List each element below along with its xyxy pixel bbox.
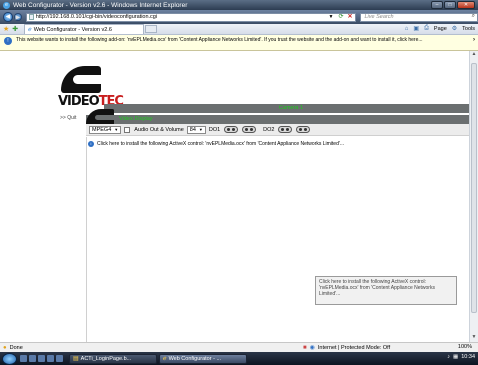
do2-on-toggle[interactable] bbox=[296, 126, 311, 133]
codec-value: MPEG4 bbox=[92, 126, 112, 133]
taskbar-item-web-configurator[interactable]: ℯ Web Configurator - ... bbox=[159, 353, 247, 364]
task-label: Web Configurator - ... bbox=[168, 355, 222, 362]
page-content: VIDEOTEC Camera 1 >> Quit Video Display … bbox=[0, 51, 478, 342]
search-input[interactable]: Live Search ⌕ bbox=[360, 12, 478, 22]
window-title: Web Configurator - Version v2.6 - Window… bbox=[13, 1, 188, 9]
search-placeholder: Live Search bbox=[364, 14, 394, 20]
show-desktop-icon[interactable] bbox=[20, 355, 27, 362]
tab-bar: ★ ✚ ℯ Web Configurator - Version v2.6 ⌂ … bbox=[0, 24, 478, 35]
folder-icon[interactable] bbox=[47, 355, 54, 362]
tab-page-icon: ℯ bbox=[28, 27, 32, 33]
do1-on-toggle[interactable] bbox=[242, 126, 257, 133]
window-title-bar: e Web Configurator - Version v2.6 - Wind… bbox=[0, 0, 478, 10]
internet-explorer-icon: e bbox=[3, 1, 10, 9]
taskbar-item-acti[interactable]: ▤ ACTi_LoginPage.b... bbox=[69, 353, 157, 364]
do2-off-toggle[interactable] bbox=[278, 126, 293, 133]
network-icon[interactable]: ▦ bbox=[453, 354, 458, 360]
do2-label: DO2 bbox=[263, 126, 275, 133]
chevron-down-icon: ▼ bbox=[114, 127, 119, 132]
activex-info-icon: i bbox=[88, 141, 94, 147]
scroll-down-icon[interactable]: ▼ bbox=[470, 334, 478, 342]
tab-label: Web Configurator - Version v2.6 bbox=[33, 26, 112, 33]
internet-explorer-quick-icon[interactable] bbox=[38, 355, 45, 362]
globe-icon: ◉ bbox=[309, 345, 315, 351]
system-tray: ♪ ▦ 10:34 bbox=[447, 354, 475, 360]
activex-install-link[interactable]: i Click here to install the following Ac… bbox=[88, 141, 344, 147]
switch-windows-icon[interactable] bbox=[29, 355, 36, 362]
command-bar: ⌂ ▣ ⎙ Page ⚙ Tools bbox=[405, 25, 475, 32]
activex-prompt[interactable]: Click here to install the following Acti… bbox=[97, 141, 344, 147]
tools-gear-icon[interactable]: ⚙ bbox=[452, 25, 457, 32]
address-url[interactable]: http://192.168.0.101/cgi-bin/videoconfig… bbox=[36, 14, 157, 20]
close-button[interactable]: ✕ bbox=[457, 1, 475, 9]
audio-out-label: Audio Out & Volume bbox=[134, 126, 184, 133]
new-tab-button[interactable] bbox=[145, 25, 158, 33]
tab-web-configurator[interactable]: ℯ Web Configurator - Version v2.6 bbox=[24, 24, 145, 34]
stop-icon[interactable]: ✕ bbox=[347, 13, 352, 20]
back-button[interactable]: ◀ bbox=[3, 12, 13, 22]
refresh-icon[interactable]: ⟳ bbox=[338, 13, 343, 20]
shield-icon: ! bbox=[4, 37, 12, 45]
camera-header: Camera 1 bbox=[104, 104, 478, 113]
minimize-button[interactable]: – bbox=[431, 1, 443, 9]
logo-swoosh bbox=[61, 66, 101, 93]
protected-mode-icon: ■ bbox=[303, 344, 307, 351]
maximize-button[interactable]: □ bbox=[444, 1, 456, 9]
volume-select[interactable]: 84 ▼ bbox=[186, 125, 206, 134]
page-menu[interactable]: Page bbox=[434, 26, 447, 32]
tools-menu[interactable]: Tools bbox=[462, 26, 475, 32]
quit-link[interactable]: >> Quit bbox=[60, 115, 76, 121]
section-swoosh-icon bbox=[86, 109, 114, 124]
security-zone[interactable]: ■ ◉ Internet | Protected Mode: Off bbox=[303, 344, 391, 352]
video-controls: MPEG4 ▼ Audio Out & Volume 84 ▼ DO1 DO2 bbox=[86, 124, 478, 136]
info-bar-close-icon[interactable]: › bbox=[473, 37, 475, 43]
print-icon[interactable]: ⎙ bbox=[424, 25, 429, 32]
scroll-thumb[interactable] bbox=[471, 63, 477, 313]
page-icon bbox=[28, 14, 34, 20]
media-player-icon[interactable] bbox=[56, 355, 63, 362]
audio-out-checkbox[interactable] bbox=[124, 126, 131, 133]
window-controls: – □ ✕ bbox=[431, 1, 475, 9]
favorites-star-icon[interactable]: ★ bbox=[3, 25, 9, 33]
chevron-down-icon: ▼ bbox=[198, 127, 203, 132]
ie-task-icon: ℯ bbox=[163, 356, 167, 362]
activex-tooltip: Click here to install the following Acti… bbox=[315, 276, 457, 305]
videotec-logo: VIDEOTEC bbox=[58, 66, 124, 110]
address-dropdown-icon[interactable]: ▼ bbox=[329, 14, 334, 20]
left-gutter bbox=[0, 137, 86, 342]
quick-launch bbox=[20, 355, 63, 362]
scroll-up-icon[interactable]: ▲ bbox=[470, 51, 478, 59]
address-bar[interactable]: http://192.168.0.101/cgi-bin/videoconfig… bbox=[25, 12, 357, 22]
taskbar: ▤ ACTi_LoginPage.b... ℯ Web Configurator… bbox=[0, 352, 478, 365]
forward-button[interactable]: ▶ bbox=[13, 13, 22, 21]
video-panel bbox=[86, 137, 469, 342]
task-label: ACTi_LoginPage.b... bbox=[80, 355, 132, 362]
vertical-scrollbar[interactable]: ▲ ▼ bbox=[469, 51, 478, 342]
search-icon[interactable]: ⌕ bbox=[472, 13, 475, 20]
folder-task-icon: ▤ bbox=[73, 356, 79, 362]
do1-off-toggle[interactable] bbox=[224, 126, 239, 133]
codec-select[interactable]: MPEG4 ▼ bbox=[89, 125, 122, 134]
info-bar-message[interactable]: This website wants to install the follow… bbox=[16, 37, 423, 43]
status-bar: ● Done ■ ◉ Internet | Protected Mode: Of… bbox=[0, 342, 478, 352]
volume-value: 84 bbox=[189, 126, 196, 133]
do1-label: DO1 bbox=[208, 126, 221, 133]
navigation-bar: ◀ ▶ http://192.168.0.101/cgi-bin/videoco… bbox=[0, 10, 478, 24]
zoom-level[interactable]: 100% bbox=[458, 344, 472, 350]
add-favorites-icon[interactable]: ✚ bbox=[12, 25, 18, 33]
video-display-header: Video Display bbox=[86, 115, 478, 124]
zone-text: Internet | Protected Mode: Off bbox=[317, 344, 391, 351]
start-button[interactable] bbox=[2, 352, 17, 365]
clock[interactable]: 10:34 bbox=[461, 354, 475, 360]
home-icon[interactable]: ⌂ bbox=[405, 26, 409, 32]
status-text: Done bbox=[9, 344, 23, 351]
feeds-icon[interactable]: ▣ bbox=[413, 25, 419, 32]
warning-icon: ● bbox=[3, 344, 7, 351]
addon-info-bar[interactable]: ! This website wants to install the foll… bbox=[0, 35, 478, 51]
volume-icon[interactable]: ♪ bbox=[447, 354, 450, 360]
